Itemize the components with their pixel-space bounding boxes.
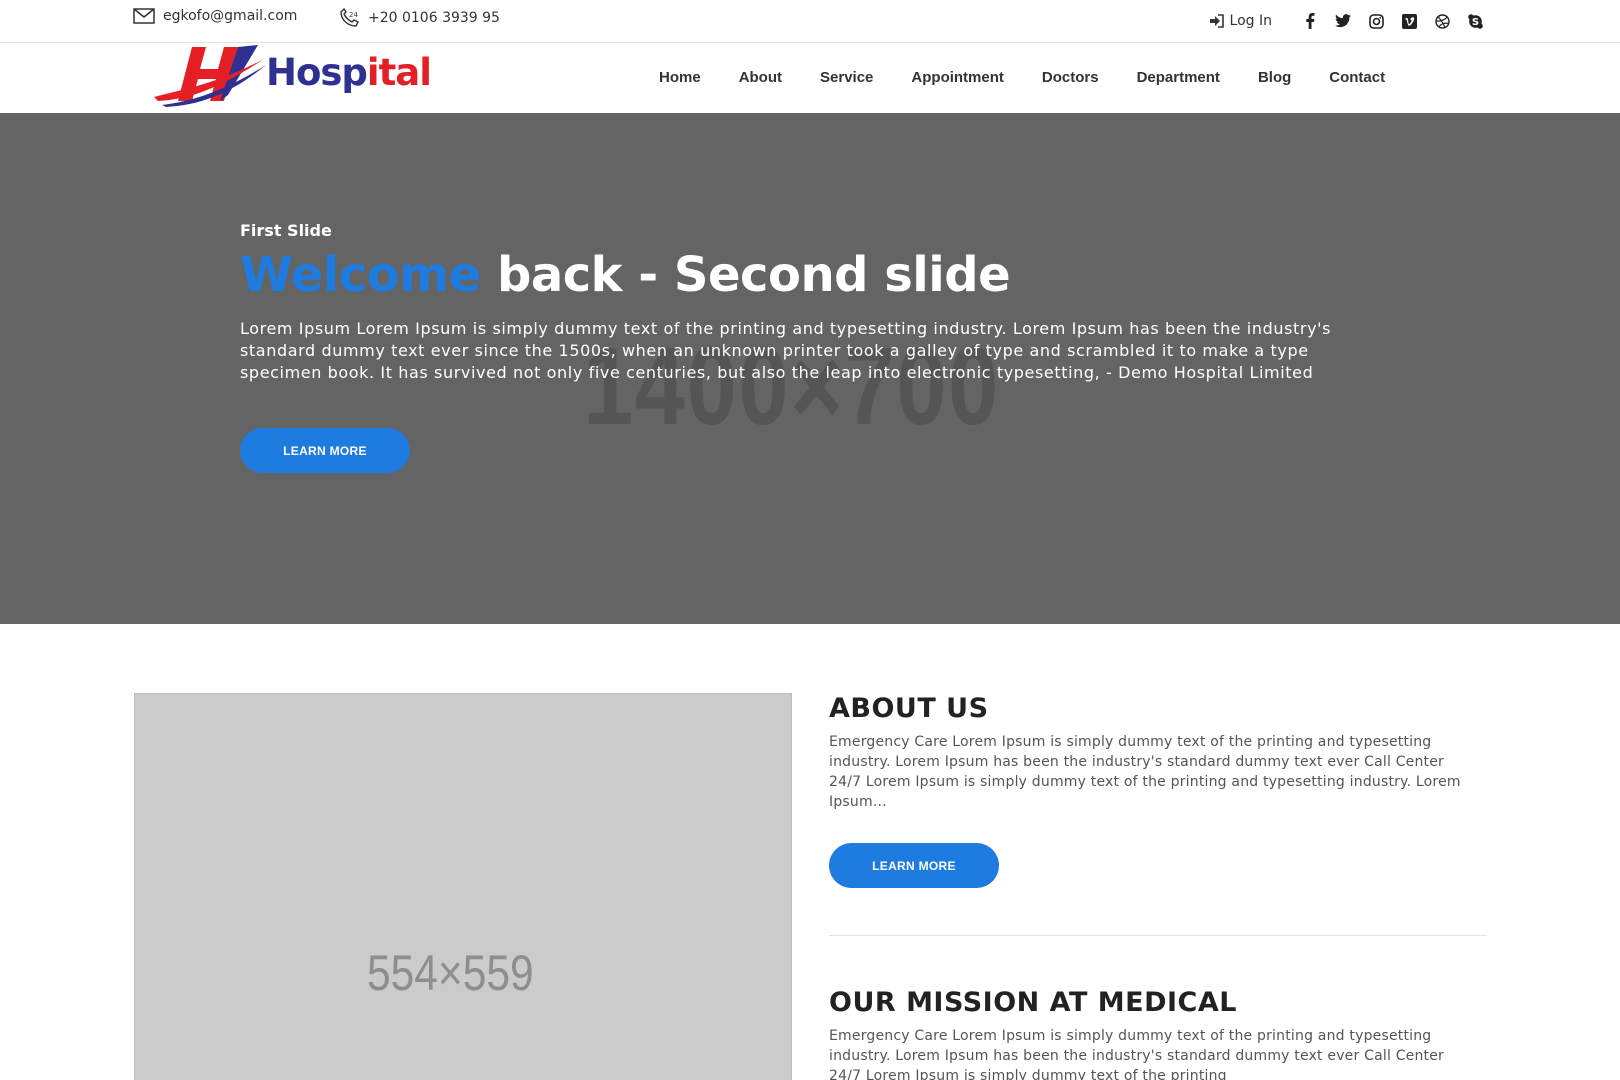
instagram-icon[interactable] xyxy=(1367,12,1385,30)
logo-text: Hospital xyxy=(266,51,432,94)
nav-service[interactable]: Service xyxy=(820,69,873,86)
svg-text:S: S xyxy=(1471,17,1478,28)
phone-text: +20 0106 3939 95 xyxy=(368,10,500,26)
logo-mark xyxy=(154,45,266,107)
section-divider xyxy=(829,935,1487,936)
hero-title: Welcome back - Second slide xyxy=(240,247,1011,303)
svg-text:24: 24 xyxy=(349,11,358,19)
main-header: Hospital Home About Service Appointment … xyxy=(0,43,1620,113)
hero-text: Lorem Ipsum Lorem Ipsum is simply dummy … xyxy=(240,319,1332,382)
nav-blog[interactable]: Blog xyxy=(1258,69,1291,86)
nav-home[interactable]: Home xyxy=(659,69,701,86)
envelope-icon xyxy=(133,8,155,24)
nav-appointment[interactable]: Appointment xyxy=(911,69,1003,86)
login-link[interactable]: Log In xyxy=(1209,13,1272,29)
vimeo-icon[interactable] xyxy=(1400,12,1418,30)
email-text: egkofo@gmail.com xyxy=(163,8,298,24)
mission-text: Emergency Care Lorem Ipsum is simply dum… xyxy=(829,1028,1445,1080)
hero-title-accent: Welcome xyxy=(240,247,481,303)
mission-section: OUR MISSION AT MEDICAL Emergency Care Lo… xyxy=(829,987,1487,1080)
about-learn-more-button[interactable]: LEARN MORE xyxy=(829,843,999,888)
hospital-logo[interactable]: Hospital xyxy=(154,45,450,107)
topbar-right: Log In S xyxy=(1209,12,1484,30)
nav-contact[interactable]: Contact xyxy=(1329,69,1385,86)
about-title: ABOUT US xyxy=(829,693,989,724)
facebook-icon[interactable] xyxy=(1301,12,1319,30)
mission-title: OUR MISSION AT MEDICAL xyxy=(829,987,1237,1018)
about-section: ABOUT US Emergency Care Lorem Ipsum is s… xyxy=(829,693,1487,888)
about-image-placeholder: 554×559 xyxy=(134,693,792,1080)
dribbble-icon[interactable] xyxy=(1433,12,1451,30)
phone-contact[interactable]: 24 +20 0106 3939 95 xyxy=(338,8,500,28)
about-text: Emergency Care Lorem Ipsum is simply dum… xyxy=(829,734,1461,810)
nav-doctors[interactable]: Doctors xyxy=(1042,69,1099,86)
sign-in-icon xyxy=(1209,14,1224,28)
hero-kicker: First Slide xyxy=(240,221,332,240)
hero-title-rest: back - Second slide xyxy=(480,247,1011,303)
about-image-label: 554×559 xyxy=(367,945,534,1001)
twitter-icon[interactable] xyxy=(1334,12,1352,30)
hero-slider: 1400×700 First Slide Welcome back - Seco… xyxy=(0,113,1620,624)
nav-about[interactable]: About xyxy=(739,69,782,86)
nav-department[interactable]: Department xyxy=(1137,69,1220,86)
email-contact[interactable]: egkofo@gmail.com xyxy=(133,8,297,24)
login-label: Log In xyxy=(1229,13,1272,29)
top-bar: egkofo@gmail.com 24 +20 0106 3939 95 Log… xyxy=(0,0,1620,43)
skype-icon[interactable]: S xyxy=(1466,12,1484,30)
main-nav: Home About Service Appointment Doctors D… xyxy=(659,69,1423,86)
hero-learn-more-button[interactable]: LEARN MORE xyxy=(240,428,410,473)
phone-24-icon: 24 xyxy=(340,8,359,27)
